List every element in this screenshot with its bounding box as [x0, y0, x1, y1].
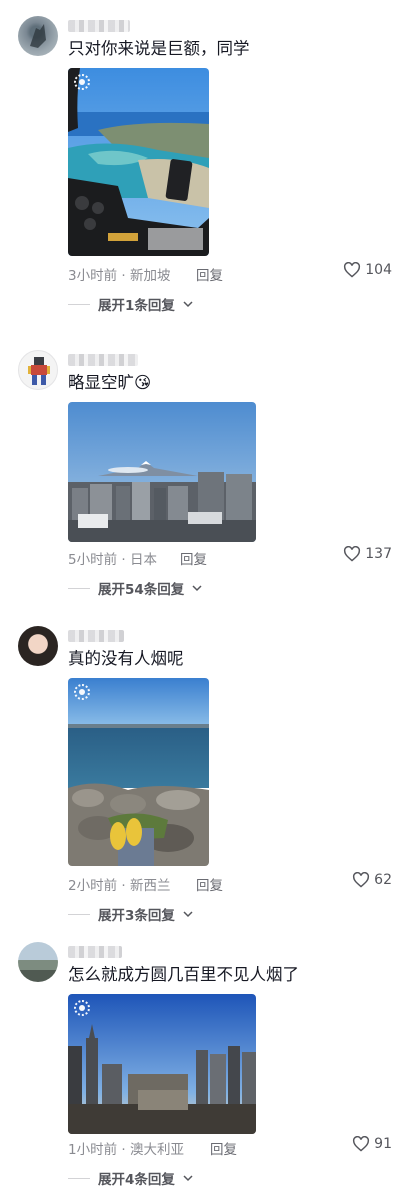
- avatar[interactable]: [18, 942, 58, 982]
- live-photo-icon: [74, 1000, 90, 1016]
- divider: [68, 303, 90, 305]
- comment-meta: 5小时前 · 日本: [68, 552, 157, 568]
- comment-item: 真的没有人烟呢 2小时前 · 新西兰 回复 62 展开3条回复: [0, 626, 406, 926]
- comment-item: 怎么就成方圆几百里不见人烟了 1小时前 · 澳大利亚 回复 91 展开4条回复: [0, 942, 406, 1200]
- like-button[interactable]: 137: [343, 546, 392, 562]
- avatar[interactable]: [18, 626, 58, 666]
- divider: [68, 913, 90, 915]
- expand-replies-label: 展开4条回复: [98, 1172, 175, 1188]
- city-skyline-image: [68, 994, 256, 1134]
- chevron-down-icon: [192, 585, 202, 592]
- username-blurred[interactable]: [68, 630, 124, 642]
- comment-meta: 2小时前 · 新西兰: [68, 878, 171, 894]
- divider: [68, 587, 90, 589]
- heart-outline-icon: [344, 262, 361, 278]
- expand-replies-label: 展开1条回复: [98, 298, 175, 314]
- like-count: 104: [365, 262, 392, 278]
- comment-photo[interactable]: [68, 994, 256, 1134]
- like-button[interactable]: 62: [352, 872, 392, 888]
- lake-shore-image: [68, 678, 209, 866]
- expand-replies-button[interactable]: 展开4条回复: [68, 1168, 193, 1188]
- live-photo-icon: [74, 684, 90, 700]
- reply-button[interactable]: 回复: [180, 548, 207, 568]
- reply-button[interactable]: 回复: [196, 264, 223, 284]
- comment-text: 怎么就成方圆几百里不见人烟了: [68, 965, 299, 984]
- comment-meta: 1小时前 · 澳大利亚: [68, 1142, 184, 1158]
- username-blurred[interactable]: [68, 946, 122, 958]
- username-blurred[interactable]: [68, 20, 130, 32]
- divider: [68, 1177, 90, 1179]
- like-count: 137: [365, 546, 392, 562]
- comment-meta: 3小时前 · 新加坡: [68, 268, 171, 284]
- comment-photo[interactable]: [68, 402, 256, 542]
- comment-text: 真的没有人烟呢: [68, 649, 184, 668]
- helicopter-view-image: [68, 68, 209, 256]
- expand-replies-button[interactable]: 展开3条回复: [68, 904, 193, 924]
- chevron-down-icon: [183, 911, 193, 918]
- chevron-down-icon: [183, 1175, 193, 1182]
- comment-text: 略显空旷😘: [68, 373, 152, 392]
- expand-replies-button[interactable]: 展开54条回复: [68, 578, 202, 598]
- expand-replies-button[interactable]: 展开1条回复: [68, 294, 193, 314]
- comment-photo[interactable]: [68, 68, 209, 256]
- comment-text: 只对你来说是巨额，同学: [68, 39, 250, 58]
- avatar[interactable]: [18, 350, 58, 390]
- heart-outline-icon: [353, 1136, 370, 1152]
- chevron-down-icon: [183, 301, 193, 308]
- like-button[interactable]: 104: [343, 262, 392, 278]
- like-count: 62: [374, 872, 392, 888]
- like-button[interactable]: 91: [352, 1136, 392, 1152]
- reply-button[interactable]: 回复: [196, 874, 223, 894]
- reply-button[interactable]: 回复: [210, 1138, 237, 1158]
- comment-item: 只对你来说是巨额，同学 3小时前 · 新加坡 回复 104 展开1条回复: [0, 16, 406, 316]
- comment-item: 略显空旷😘 5小时前 · 日本 回复 137 展开54条回复: [0, 350, 406, 600]
- expand-replies-label: 展开3条回复: [98, 908, 175, 924]
- expand-replies-label: 展开54条回复: [98, 582, 185, 598]
- avatar[interactable]: [18, 16, 58, 56]
- like-count: 91: [374, 1136, 392, 1152]
- comment-photo[interactable]: [68, 678, 209, 866]
- heart-outline-icon: [353, 872, 370, 888]
- live-photo-icon: [74, 74, 90, 90]
- city-mount-fuji-image: [68, 402, 256, 542]
- username-blurred[interactable]: [68, 354, 138, 366]
- heart-outline-icon: [344, 546, 361, 562]
